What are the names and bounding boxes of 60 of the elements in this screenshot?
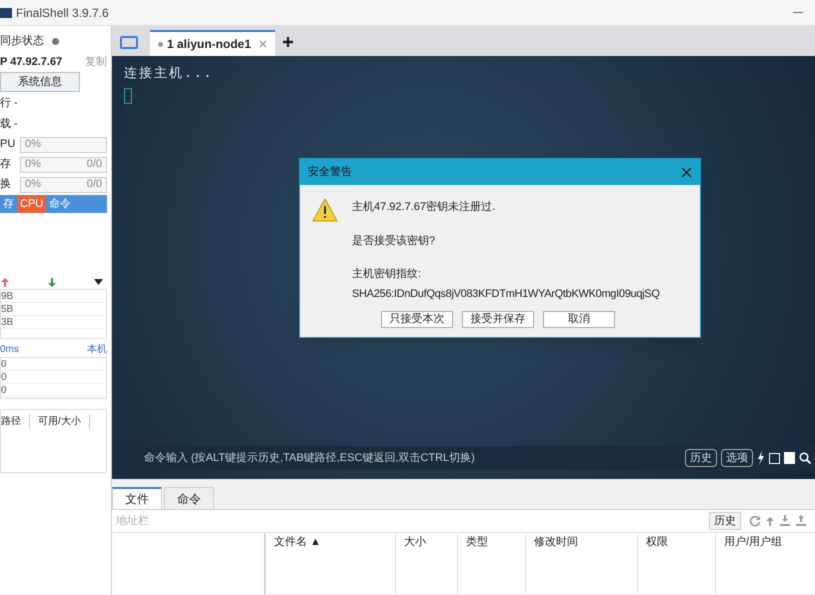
- fingerprint-value: SHA256:IDnDufQqs8jV083KFDTmH1WYArQtbKWK0mgI09uqjSQ: [352, 286, 660, 302]
- refresh-icon[interactable]: [749, 515, 761, 527]
- dialog-button[interactable]: 只接受本次: [381, 311, 453, 328]
- add-tab-icon[interactable]: [283, 37, 294, 47]
- window-title: FinalShell 3.9.7.6: [16, 4, 109, 22]
- dialog-button[interactable]: 接受并保存: [462, 311, 534, 328]
- lightning-icon[interactable]: [757, 451, 765, 465]
- ping-value: 0: [1, 358, 106, 371]
- meter-bar: 0%: [20, 136, 107, 152]
- network-value: 5B: [1, 303, 106, 316]
- address-field[interactable]: 地址栏: [112, 510, 709, 532]
- sync-status-label: 同步状态: [0, 34, 44, 49]
- system-info-button[interactable]: 系统信息: [0, 72, 80, 92]
- download-icon[interactable]: [779, 515, 791, 527]
- close-icon[interactable]: [681, 166, 692, 178]
- history-button[interactable]: 历史: [709, 512, 741, 530]
- column-header[interactable]: 大小: [395, 534, 457, 594]
- stat-label: 行 -: [0, 96, 19, 111]
- stat-label: 载 -: [0, 117, 19, 132]
- bottom-tab[interactable]: 命令: [164, 487, 214, 509]
- column-header[interactable]: 用户/用户组: [715, 534, 815, 594]
- column-header[interactable]: 文件名 ▲: [265, 534, 395, 594]
- ping-value: 0ms: [0, 343, 19, 357]
- dialog-question: 是否接受该密钥?: [352, 234, 436, 248]
- download-arrow-icon: [47, 276, 57, 288]
- app-logo-icon: [0, 8, 12, 18]
- bottom-tab[interactable]: 文件: [112, 487, 162, 509]
- network-value: 9B: [1, 290, 106, 303]
- dialog-message: 主机47.92.7.67密钥未注册过.: [352, 200, 496, 215]
- upload-arrow-icon: [0, 276, 10, 288]
- terminal-button[interactable]: 历史: [685, 449, 717, 467]
- search-icon[interactable]: [799, 452, 811, 464]
- column-header: 路径: [1, 414, 30, 429]
- column-header[interactable]: 权限: [637, 534, 715, 594]
- close-icon[interactable]: [259, 40, 268, 48]
- meter-bar: 0% 0/0: [20, 156, 107, 172]
- terminal-line: 连接主机...: [124, 65, 214, 83]
- session-tab[interactable]: 1 aliyun-node1: [150, 30, 276, 56]
- column-header[interactable]: 类型: [457, 534, 525, 594]
- host-label[interactable]: 本机: [87, 342, 107, 357]
- cursor-icon: [124, 88, 132, 104]
- column-header[interactable]: 修改时间: [525, 534, 637, 594]
- terminal-button[interactable]: 选项: [721, 449, 753, 467]
- dropdown-caret-icon[interactable]: [94, 279, 103, 285]
- up-arrow-icon[interactable]: [765, 516, 775, 526]
- command-input-field[interactable]: 命令输入 (按ALT键提示历史,TAB键路径,ESC键返回,双击CTRL切换): [144, 450, 681, 466]
- ping-value: 0: [1, 371, 106, 384]
- meter-label: PU: [0, 137, 16, 152]
- ping-value: 0: [1, 384, 106, 397]
- dialog-title: 安全警告: [308, 164, 352, 180]
- meter-bar: 0% 0/0: [20, 176, 107, 192]
- fingerprint-label: 主机密钥指纹:: [352, 266, 422, 282]
- meter-label: 换: [0, 177, 12, 192]
- dialog-button[interactable]: 取消: [543, 311, 615, 328]
- ip-address: P 47.92.7.67: [0, 54, 62, 70]
- upload-icon[interactable]: [795, 515, 807, 527]
- column-header: 可用/大小: [38, 414, 90, 429]
- warning-icon: [312, 198, 338, 222]
- meter-label: 存: [0, 157, 12, 172]
- network-value: 3B: [1, 316, 106, 329]
